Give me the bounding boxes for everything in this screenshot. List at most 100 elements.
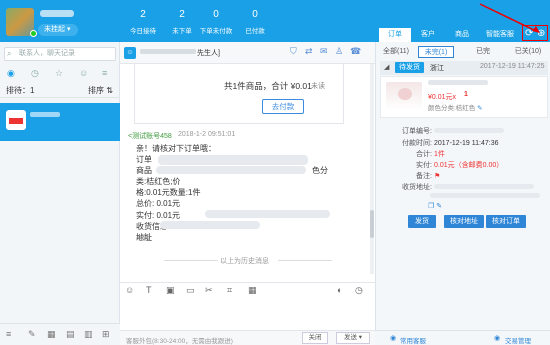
copy-icon[interactable]: ❐ ✎	[428, 202, 442, 210]
contact-avatar-badge	[9, 118, 23, 124]
filter-all[interactable]: 全部(11)	[380, 46, 412, 58]
stat-paid[interactable]: 0 已付款	[235, 8, 275, 35]
contact-name-redacted	[30, 112, 60, 117]
folder-icon[interactable]: ▭	[186, 285, 195, 296]
redacted-region	[205, 210, 330, 218]
filter-completed[interactable]: 已完	[470, 46, 496, 58]
redacted-region	[160, 221, 260, 229]
tab-orders[interactable]: 订单	[379, 28, 411, 42]
message-line: 总价: 0.01元	[136, 199, 181, 209]
username-redacted	[40, 10, 74, 17]
filter-incomplete[interactable]: 未完(1)	[418, 46, 454, 58]
ship-button[interactable]: 发货	[408, 215, 436, 228]
table-icon[interactable]: ▦	[248, 285, 257, 296]
common-service-link[interactable]: 常用客服	[400, 335, 426, 345]
message-line: 亲！请核对下订单哦：	[136, 144, 216, 153]
order-status-badge: 待发货	[395, 62, 424, 73]
user-icon[interactable]: ♙	[335, 46, 343, 57]
stat-label: 下单未付款	[199, 28, 233, 35]
calendar-icon[interactable]: ▦	[47, 329, 56, 340]
stat-today-received[interactable]: 2 今日接待	[123, 8, 163, 35]
annotation-highlight-box	[522, 25, 548, 41]
detail-payment-time: 付款时间: 2017-12-19 11:47:36	[402, 140, 499, 147]
status-dropdown[interactable]: 未挂起 ▾	[38, 24, 78, 36]
tag-icon[interactable]: ✉	[320, 46, 328, 57]
apps-icon[interactable]: ⊞	[102, 329, 110, 340]
phone-icon[interactable]: ☎	[350, 46, 361, 57]
image-icon[interactable]: ▣	[166, 285, 175, 296]
tab-products[interactable]: 商品	[446, 28, 478, 42]
stat-label: 已付款	[245, 28, 265, 35]
message-line: 地址	[136, 232, 152, 242]
edit-icon[interactable]: ✎	[477, 105, 482, 112]
clock-icon[interactable]: ◷	[31, 68, 39, 79]
close-button[interactable]: 关闭	[302, 332, 328, 344]
divider	[278, 260, 332, 261]
chat-scrollbar[interactable]	[370, 64, 374, 274]
message-sender: <测试账号458	[128, 133, 172, 140]
quick-reply-icon[interactable]: ◐	[337, 285, 342, 295]
message-time: 2018-1-2 09:51:01	[178, 131, 236, 138]
transfer-icon[interactable]: ⇄	[305, 46, 313, 57]
chat-title: 先生人]	[197, 50, 220, 57]
stat-value: 0	[252, 9, 258, 20]
flag-icon[interactable]: ⚑	[434, 173, 440, 180]
edit-icon[interactable]: ✎	[28, 329, 36, 340]
queue-count: 排待：1	[6, 86, 35, 95]
redacted-region	[156, 166, 306, 174]
chat-type-icon: ☺	[124, 47, 136, 59]
detail-note: 备注: ⚑	[416, 173, 441, 180]
online-status-dot	[30, 30, 37, 37]
stat-value: 2	[140, 9, 146, 20]
chart-icon[interactable]: ▤	[66, 329, 75, 340]
history-icon[interactable]: ◷	[355, 285, 363, 296]
verify-address-button[interactable]: 核对地址	[444, 215, 484, 228]
chat-scrollbar-thumb[interactable]	[370, 210, 374, 238]
filter-closed[interactable]: 已关(10)	[508, 46, 548, 58]
scissors-icon[interactable]: ✂	[205, 285, 213, 296]
detail-paid: 实付: 0.01元（含邮费0.00）	[416, 162, 504, 169]
screenshot-icon[interactable]: ⌗	[227, 285, 232, 296]
chat-bubble-icon[interactable]: ◉	[7, 68, 15, 79]
sort-toggle[interactable]: 排序 ⇅	[88, 85, 113, 96]
send-button[interactable]: 发送 ▾	[336, 332, 370, 344]
service-hours-text: 客服外包(8:30-24:00，无需由我跟进)	[126, 338, 233, 345]
trade-icon: ◉	[494, 335, 501, 342]
pay-button[interactable]: 去付款	[262, 99, 304, 114]
detail-address: 收货地址:	[396, 182, 534, 192]
product-variant: 颜色分类:桔红色 ✎	[428, 105, 483, 112]
shield-icon[interactable]: ⛉	[290, 46, 297, 57]
product-title-redacted	[428, 80, 488, 85]
trade-management-link[interactable]: 交易管理	[505, 335, 531, 345]
order-total: 共1件商品，合计 ¥0.01	[224, 81, 312, 91]
chat-title-redacted	[140, 49, 196, 54]
tab-customers[interactable]: 客户	[412, 28, 444, 42]
menu-icon[interactable]: ≡	[6, 329, 11, 339]
message-read-status: 未读	[136, 235, 150, 242]
list-icon[interactable]: ≡	[102, 68, 107, 78]
stat-unpaid[interactable]: 0 下单未付款	[196, 8, 236, 35]
order-summary-card	[134, 64, 344, 124]
product-image	[398, 88, 412, 100]
product-price: ¥0.01元x	[428, 94, 457, 101]
detail-order-number: 订单编号:	[396, 126, 504, 136]
search-input[interactable]: 联系人，聊天记录	[4, 47, 116, 61]
message-line: 格:0.01元数量:1件	[136, 188, 201, 198]
address-redacted	[430, 193, 540, 198]
verify-order-button[interactable]: 核对订单	[486, 215, 526, 228]
message-input[interactable]	[120, 300, 375, 330]
order-region: 浙江	[430, 65, 444, 72]
stat-value: 0	[213, 9, 219, 20]
grid-icon[interactable]: ▥	[84, 329, 93, 340]
redacted-region	[158, 155, 308, 165]
order-time: 2017-12-19 11:47:25	[480, 63, 545, 70]
star-icon[interactable]: ☆	[55, 68, 63, 79]
search-icon: ⌕	[7, 49, 12, 58]
group-icon[interactable]: ☺	[79, 68, 88, 78]
history-divider-label: 以上为历史消息	[220, 258, 269, 265]
text-format-icon[interactable]: T	[146, 285, 152, 295]
message-read-status: 未读	[311, 83, 325, 90]
emoji-icon[interactable]: ☺	[125, 285, 134, 295]
product-quantity: 1	[464, 91, 468, 98]
collapse-icon[interactable]: ◢	[384, 63, 389, 71]
